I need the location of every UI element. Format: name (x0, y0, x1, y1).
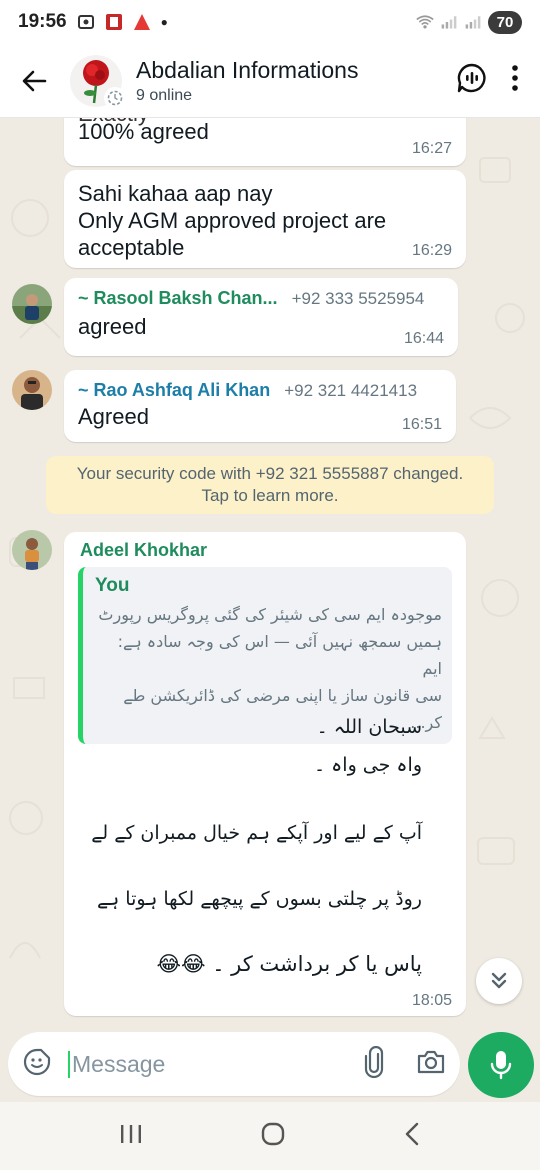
composer (0, 1030, 540, 1102)
quote-author: You (95, 575, 130, 596)
home-icon (261, 1122, 285, 1145)
message-line: پاس یا کر برداشت کر ۔ 😂😂 (156, 952, 422, 976)
avatar[interactable] (12, 530, 52, 570)
message-text: agreed (78, 314, 147, 339)
chat-area[interactable]: Exactly 100% agreed 16:27 Sahi kahaa aap… (0, 118, 540, 1030)
attach-button[interactable] (362, 1045, 386, 1083)
more-vert-icon (512, 65, 518, 91)
reply-message-bubble[interactable]: Adeel Khokhar You موجودہ ایم سی کی شیئر … (64, 532, 466, 1016)
message-time: 16:27 (411, 140, 452, 157)
avatar[interactable] (12, 370, 52, 410)
acrobat-icon (133, 13, 151, 31)
screenshot-icon (77, 13, 95, 31)
camera-icon (417, 1050, 445, 1073)
signal-icon (440, 13, 458, 31)
security-code-notice[interactable]: Your security code with +92 321 5555887 … (46, 456, 494, 514)
message-input[interactable] (68, 1050, 318, 1078)
back-arrow-icon (22, 70, 47, 91)
message-bubble[interactable]: Sahi kahaa aap nay Only AGM approved pro… (64, 170, 466, 268)
message-line: acceptable (78, 235, 185, 260)
menu-button[interactable] (510, 64, 520, 97)
message-bubble[interactable]: ~ Rasool Baksh Chan... +92 333 5525954 a… (64, 278, 458, 356)
notice-line-1: Your security code with +92 321 5555887 … (76, 464, 464, 483)
system-nav-bar (0, 1102, 540, 1170)
chat-header: Abdalian Informations 9 online (0, 44, 540, 118)
microphone-icon (490, 1051, 512, 1080)
voice-chat-icon (457, 63, 486, 93)
message-line: Sahi kahaa aap nay (78, 181, 273, 206)
message-bubble[interactable]: Exactly 100% agreed 16:27 (64, 118, 466, 166)
message-line: سبحان اللہ ۔ (316, 716, 422, 738)
message-line: Only AGM approved project are (78, 208, 387, 233)
back-button[interactable] (4, 51, 64, 111)
nav-back-icon (405, 1122, 419, 1145)
community-badge-icon (104, 86, 126, 109)
wifi-icon (416, 13, 434, 31)
message-bubble[interactable]: ~ Rao Ashfaq Ali Khan +92 321 4421413 Ag… (64, 370, 456, 442)
nav-back-button[interactable] (402, 1121, 422, 1152)
message-text: 100% agreed (78, 119, 209, 144)
more-notifications-dot-icon: ● (160, 15, 168, 29)
message-time: 16:44 (403, 330, 444, 347)
group-title: Abdalian Informations (136, 56, 359, 83)
signal-2-icon (464, 13, 482, 31)
paperclip-icon (364, 1045, 384, 1078)
sender-name[interactable]: ~ Rao Ashfaq Ali Khan (78, 380, 270, 401)
notice-line-2: Tap to learn more. (201, 486, 339, 505)
recent-apps-button[interactable] (118, 1123, 144, 1150)
message-text: Agreed (78, 404, 149, 429)
status-bar: 19:56 ● 70 (0, 0, 540, 44)
recent-apps-icon (121, 1124, 141, 1143)
group-info[interactable]: Abdalian Informations 9 online (136, 57, 358, 105)
double-chevron-down-icon (491, 972, 507, 989)
message-time: 16:29 (411, 242, 452, 259)
message-input-container (8, 1032, 460, 1096)
message-line: روڈ پر چلتی بسوں کے پیچھے لکھا ہوتا ہے (97, 888, 422, 910)
camera-button[interactable] (416, 1048, 446, 1081)
group-avatar[interactable] (70, 54, 126, 109)
message-time: 16:51 (401, 416, 442, 433)
sender-phone: +92 333 5525954 (291, 289, 425, 308)
online-count: 9 online (136, 86, 193, 104)
voice-message-button[interactable] (468, 1032, 534, 1098)
status-time: 19:56 (18, 11, 67, 32)
voice-chat-button[interactable] (456, 62, 488, 99)
sender-phone: +92 321 4421413 (284, 381, 418, 400)
sticker-icon (23, 1048, 51, 1075)
quote-line: موجودہ ایم سی کی شیئر کی گئی پروگریس رپو… (98, 605, 442, 624)
quote-line: ہمیں سمجھ نہیں آئی — اس کی وجہ سادہ ہے: … (117, 632, 442, 678)
message-line: آپ کے لیے اور آپکے ہم خیال ممبران کے لے (91, 822, 422, 844)
message-line: واہ جی واہ ۔ (313, 754, 422, 776)
sticker-button[interactable] (22, 1047, 52, 1082)
battery-indicator: 70 (488, 10, 522, 34)
avatar[interactable] (12, 284, 52, 324)
sender-name[interactable]: ~ Rasool Baksh Chan... (78, 288, 278, 309)
scroll-to-bottom-button[interactable] (476, 958, 522, 1004)
sender-name[interactable]: Adeel Khokhar (80, 540, 452, 561)
message-time: 18:05 (411, 992, 452, 1009)
app-notification-icon (105, 13, 123, 31)
home-button[interactable] (260, 1121, 286, 1152)
